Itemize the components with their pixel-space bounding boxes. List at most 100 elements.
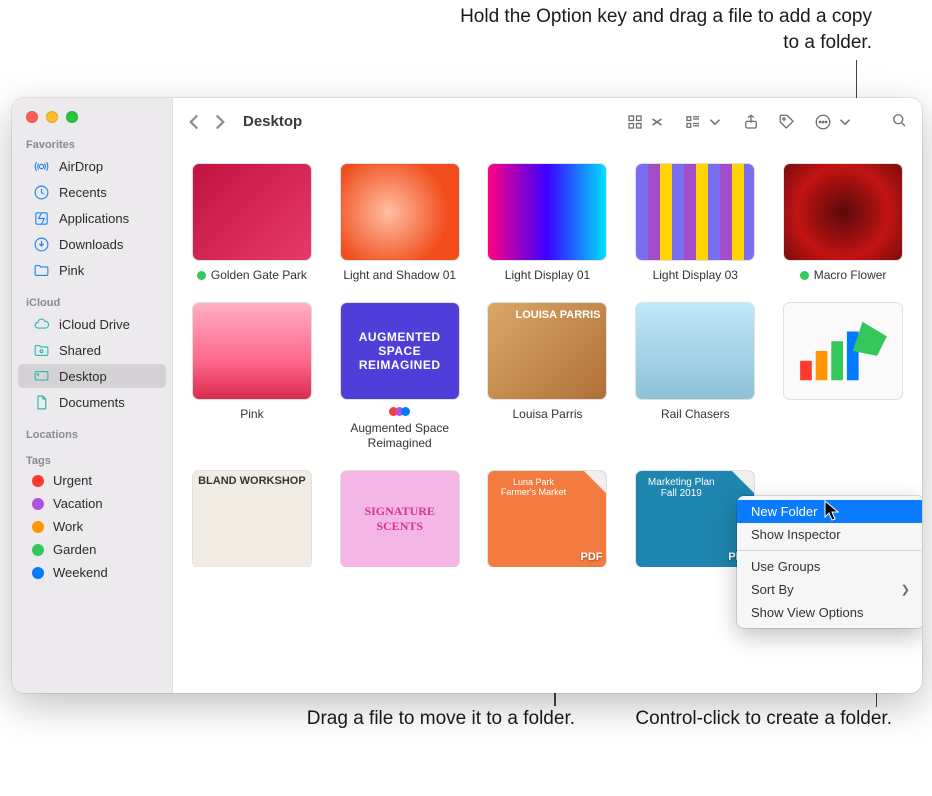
- cursor-icon: [824, 500, 842, 522]
- back-button[interactable]: [181, 108, 207, 136]
- document-icon: [32, 393, 50, 411]
- thumbnail: SIGNATURE SCENTS: [341, 471, 459, 567]
- airdrop-icon: [32, 157, 50, 175]
- file-item[interactable]: [780, 303, 906, 451]
- thumbnail: [193, 303, 311, 399]
- file-label: Louisa Parris: [512, 407, 582, 422]
- sidebar-item-label: Recents: [59, 185, 107, 200]
- sidebar-item-label: AirDrop: [59, 159, 103, 174]
- file-label: Light Display 03: [653, 268, 738, 283]
- context-menu-show-view-options[interactable]: Show View Options: [737, 601, 922, 624]
- thumbnail: [784, 164, 902, 260]
- sidebar-item-recents[interactable]: Recents: [18, 180, 166, 204]
- tag-dot-icon: [32, 475, 44, 487]
- locations-header: Locations: [12, 423, 172, 443]
- context-menu-sort-by[interactable]: Sort By❯: [737, 578, 922, 601]
- toolbar: Desktop: [173, 98, 922, 146]
- more-button[interactable]: [814, 108, 854, 136]
- file-label: Light and Shadow 01: [343, 268, 456, 283]
- tag-item-garden[interactable]: Garden: [18, 539, 166, 560]
- context-menu-use-groups[interactable]: Use Groups: [737, 555, 922, 578]
- thumbnail: [341, 164, 459, 260]
- tag-item-work[interactable]: Work: [18, 516, 166, 537]
- sidebar-item-label: Desktop: [59, 369, 107, 384]
- context-menu-show-inspector[interactable]: Show Inspector: [737, 523, 922, 546]
- view-mode-button[interactable]: [626, 108, 666, 136]
- file-item[interactable]: Macro Flower: [780, 164, 906, 283]
- sidebar-item-label: Shared: [59, 343, 101, 358]
- sidebar-item-desktop[interactable]: Desktop: [18, 364, 166, 388]
- sidebar-item-downloads[interactable]: Downloads: [18, 232, 166, 256]
- sidebar: Favorites AirDrop Recents Applications D…: [12, 98, 173, 693]
- file-item[interactable]: LOUISA PARRIS Louisa Parris: [485, 303, 611, 451]
- sidebar-item-pink[interactable]: Pink: [18, 258, 166, 282]
- file-item[interactable]: Rail Chasers: [632, 303, 758, 451]
- sidebar-item-label: iCloud Drive: [59, 317, 130, 332]
- file-item[interactable]: Light Display 01: [485, 164, 611, 283]
- window-title: Desktop: [243, 113, 302, 130]
- tag-dot-icon: [800, 271, 809, 280]
- file-label: Pink: [240, 407, 263, 422]
- thumbnail: [193, 164, 311, 260]
- thumbnail: [488, 164, 606, 260]
- sidebar-item-icloud-drive[interactable]: iCloud Drive: [18, 312, 166, 336]
- sidebar-item-label: Applications: [59, 211, 129, 226]
- file-label: Augmented Space Reimagined: [337, 407, 463, 451]
- main-area: Desktop: [173, 98, 922, 693]
- minimize-button[interactable]: [46, 111, 58, 123]
- tag-item-urgent[interactable]: Urgent: [18, 470, 166, 491]
- page-fold-icon: [584, 471, 606, 493]
- sidebar-item-label: Pink: [59, 263, 84, 278]
- file-label: Rail Chasers: [661, 407, 730, 422]
- file-item[interactable]: Luna Park Farmer's Market PDF: [485, 471, 611, 567]
- file-item[interactable]: SIGNATURE SCENTS: [337, 471, 463, 567]
- search-button[interactable]: [890, 111, 908, 132]
- sidebar-item-applications[interactable]: Applications: [18, 206, 166, 230]
- thumbnail: [784, 303, 902, 399]
- forward-button[interactable]: [207, 108, 233, 136]
- tag-dot-icon: [32, 498, 44, 510]
- tags-header: Tags: [12, 449, 172, 469]
- sidebar-item-airdrop[interactable]: AirDrop: [18, 154, 166, 178]
- tag-dot-icon: [197, 271, 206, 280]
- download-icon: [32, 235, 50, 253]
- applications-icon: [32, 209, 50, 227]
- file-item[interactable]: Light and Shadow 01: [337, 164, 463, 283]
- desktop-icon: [32, 367, 50, 385]
- finder-window: Favorites AirDrop Recents Applications D…: [12, 98, 922, 693]
- file-label: Golden Gate Park: [197, 268, 307, 283]
- tags-button[interactable]: [778, 108, 796, 136]
- file-label: Light Display 01: [505, 268, 590, 283]
- file-item[interactable]: AUGMENTED SPACE REIMAGINED Augmented Spa…: [337, 303, 463, 451]
- page-fold-icon: [732, 471, 754, 493]
- close-button[interactable]: [26, 111, 38, 123]
- tag-dot-icon: [32, 544, 44, 556]
- favorites-header: Favorites: [12, 133, 172, 153]
- chart-thumbnail-icon: [793, 312, 893, 390]
- shared-folder-icon: [32, 341, 50, 359]
- group-by-button[interactable]: [684, 108, 724, 136]
- file-item[interactable]: Golden Gate Park: [189, 164, 315, 283]
- tag-label: Work: [53, 519, 83, 534]
- tag-label: Urgent: [53, 473, 92, 488]
- tag-dot-icon: [32, 567, 44, 579]
- tag-item-weekend[interactable]: Weekend: [18, 562, 166, 583]
- sidebar-item-documents[interactable]: Documents: [18, 390, 166, 414]
- tag-label: Weekend: [53, 565, 108, 580]
- maximize-button[interactable]: [66, 111, 78, 123]
- tag-item-vacation[interactable]: Vacation: [18, 493, 166, 514]
- menu-separator: [737, 550, 922, 551]
- clock-icon: [32, 183, 50, 201]
- sidebar-item-label: Documents: [59, 395, 125, 410]
- file-item[interactable]: BLAND WORKSHOP: [189, 471, 315, 567]
- file-item[interactable]: Light Display 03: [632, 164, 758, 283]
- thumbnail: Luna Park Farmer's Market PDF: [488, 471, 606, 567]
- chevron-right-icon: ❯: [901, 583, 910, 596]
- multi-tag-icon: [389, 407, 410, 416]
- sidebar-item-shared[interactable]: Shared: [18, 338, 166, 362]
- sidebar-item-label: Downloads: [59, 237, 123, 252]
- share-button[interactable]: [742, 108, 760, 136]
- file-item[interactable]: Pink: [189, 303, 315, 451]
- icloud-header: iCloud: [12, 291, 172, 311]
- callout-top: Hold the Option key and drag a file to a…: [452, 4, 872, 55]
